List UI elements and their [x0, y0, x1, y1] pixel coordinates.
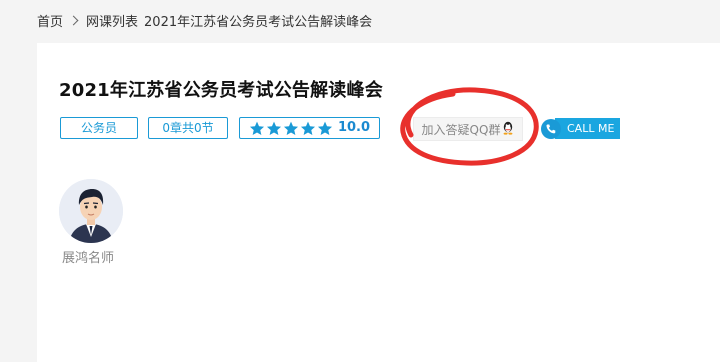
star-icon — [300, 121, 316, 136]
call-me-button[interactable]: CALL ME — [541, 118, 621, 139]
qq-penguin-icon — [502, 121, 514, 138]
qq-button-label: 加入答疑QQ群 — [421, 122, 501, 137]
call-me-label: CALL ME — [555, 118, 621, 139]
breadcrumb-course-list[interactable]: 网课列表 — [86, 11, 138, 30]
course-title: 2021年江苏省公务员考试公告解读峰会 — [59, 80, 383, 101]
star-icon — [283, 121, 299, 136]
chapters-tag: 0章共0节 — [148, 117, 228, 139]
join-qq-group-button[interactable]: 加入答疑QQ群 — [413, 117, 523, 141]
rating-tag: 10.0 — [239, 117, 380, 139]
star-icon — [266, 121, 282, 136]
breadcrumb: 首页 网课列表 2021年江苏省公务员考试公告解读峰会 — [37, 10, 372, 30]
rating-stars — [249, 121, 333, 136]
breadcrumb-home[interactable]: 首页 — [37, 11, 63, 30]
breadcrumb-current: 2021年江苏省公务员考试公告解读峰会 — [144, 14, 373, 30]
teacher-avatar[interactable] — [59, 179, 123, 243]
teacher-name: 展鸿名师 — [62, 251, 115, 266]
star-icon — [249, 121, 265, 136]
phone-icon — [541, 118, 561, 139]
star-icon — [317, 121, 333, 136]
course-card: 2021年江苏省公务员考试公告解读峰会 公务员 0章共0节 10.0 加入答疑Q… — [37, 43, 720, 362]
chevron-right-icon — [68, 15, 79, 25]
category-tag: 公务员 — [60, 117, 138, 139]
rating-score: 10.0 — [337, 120, 371, 135]
